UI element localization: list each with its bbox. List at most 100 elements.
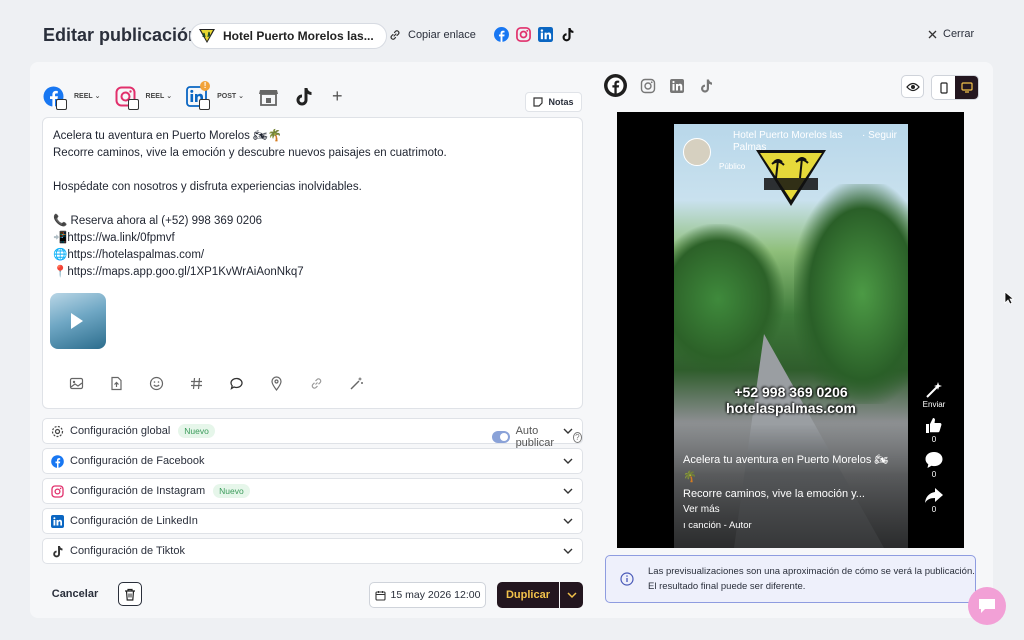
like-action[interactable]: 0	[918, 415, 950, 444]
overlay-site: hotelaspalmas.com	[726, 400, 856, 416]
reel-badge-icon	[127, 98, 139, 110]
image-icon[interactable]	[69, 376, 84, 391]
close-icon	[928, 30, 937, 38]
text-line: Acelera tu aventura en Puerto Morelos 🏍🌴	[53, 130, 283, 142]
like-count: 0	[931, 435, 937, 444]
send-action[interactable]: Enviar	[918, 380, 950, 409]
hashtag-icon[interactable]	[189, 376, 204, 391]
desktop-icon	[960, 82, 973, 93]
chat-icon	[979, 599, 995, 613]
share-action[interactable]: 0	[918, 485, 950, 514]
caption-line: 🌴	[683, 471, 697, 483]
duplicate-button[interactable]: Duplicar	[497, 582, 559, 608]
text-line: 📞 Reserva ahora al (+52) 998 369 0206	[53, 215, 262, 227]
facebook-icon	[51, 454, 64, 468]
magic-wand-icon[interactable]	[349, 376, 364, 391]
emoji-icon[interactable]	[149, 376, 164, 391]
follow-link[interactable]: · Seguir	[862, 130, 897, 141]
preview-tab-linkedin[interactable]	[669, 78, 685, 94]
link-icon[interactable]	[309, 376, 324, 391]
config-linkedin-row[interactable]: Configuración de LinkedIn	[42, 508, 583, 534]
view-toggle	[901, 75, 979, 100]
info-text: Las previsualizaciones son una aproximac…	[648, 566, 975, 592]
desktop-view-button[interactable]	[955, 76, 978, 99]
network-tab-facebook[interactable]: REEL ⌄	[43, 86, 101, 110]
copy-link-button[interactable]: Copiar enlace	[388, 28, 476, 42]
network-tab-instagram[interactable]: REEL ⌄	[115, 86, 173, 110]
chevron-down-icon	[566, 592, 577, 599]
magic-wand-icon	[926, 382, 942, 398]
config-label: Configuración de Instagram	[70, 485, 206, 497]
page-title: Editar publicación	[43, 25, 200, 45]
config-tiktok-row[interactable]: Configuración de Tiktok	[42, 538, 583, 564]
facebook-icon	[494, 27, 509, 42]
calendar-icon	[374, 590, 386, 601]
device-toggle	[931, 75, 979, 100]
comment-action[interactable]: 0	[918, 450, 950, 479]
modal-header: Editar publicación Hotel Puerto Morelos …	[0, 0, 1024, 66]
text-line: Hospédate con nosotros y disfruta experi…	[53, 181, 362, 193]
help-icon[interactable]: ?	[572, 431, 582, 443]
overlay-phone: +52 998 369 0206	[734, 384, 848, 400]
format-selector[interactable]: POST ⌄	[217, 92, 244, 101]
post-editor[interactable]: Acelera tu aventura en Puerto Morelos 🏍🌴…	[42, 117, 583, 409]
network-tabs: REEL ⌄ REEL ⌄ ! POST ⌄ +	[43, 80, 343, 110]
duplicate-options-button[interactable]	[560, 582, 583, 608]
schedule-date-button[interactable]: 15 may 2026 12:00	[369, 582, 486, 608]
add-network-button[interactable]: +	[332, 87, 343, 105]
post-text[interactable]: Acelera tu aventura en Puerto Morelos 🏍🌴…	[53, 128, 573, 281]
location-icon[interactable]	[269, 376, 284, 391]
preview-tab-facebook[interactable]	[604, 74, 627, 97]
play-icon	[71, 313, 83, 329]
video-thumbnail[interactable]	[50, 293, 106, 349]
comment-icon[interactable]	[229, 376, 244, 391]
text-line: 📲https://wa.link/0fpmvf	[53, 232, 175, 244]
config-facebook-row[interactable]: Configuración de Facebook	[42, 448, 583, 474]
cancel-button[interactable]: Cancelar	[45, 582, 105, 606]
format-selector[interactable]: REEL ⌄	[146, 92, 173, 101]
chat-widget-button[interactable]	[968, 587, 1006, 625]
caption-line: Recorre caminos, vive la emoción y...	[683, 488, 865, 500]
preview-tab-instagram[interactable]	[640, 78, 656, 94]
network-tab-google-business[interactable]	[258, 86, 279, 107]
instagram-icon	[640, 78, 656, 93]
comment-count: 0	[931, 470, 937, 479]
see-more-link[interactable]: Ver más	[683, 504, 720, 515]
mobile-view-button[interactable]	[932, 76, 955, 99]
preview-visibility-button[interactable]	[901, 75, 924, 98]
mouse-cursor-icon	[1004, 291, 1014, 305]
network-tab-tiktok[interactable]	[293, 86, 314, 107]
close-button[interactable]: Cerrar	[928, 28, 974, 40]
linkedin-icon	[51, 514, 64, 528]
song-label: ı canción - Autor	[683, 520, 752, 531]
new-badge: Nuevo	[178, 424, 215, 438]
mobile-icon	[939, 81, 948, 94]
send-label: Enviar	[922, 400, 946, 409]
autopublish-toggle[interactable]	[492, 431, 510, 443]
config-global-row[interactable]: Configuración global Nuevo Auto publicar…	[42, 418, 583, 449]
chevron-down-icon	[563, 428, 573, 434]
tiktok-icon	[562, 27, 574, 42]
delete-button[interactable]	[118, 582, 142, 606]
preview-network-tabs	[604, 74, 714, 97]
share-arrow-icon	[925, 488, 943, 503]
linkedin-icon	[670, 78, 684, 93]
preview-tab-tiktok[interactable]	[698, 78, 714, 94]
tiktok-icon	[701, 79, 712, 93]
editor-toolbar	[69, 376, 364, 391]
text-line: 📍https://maps.app.goo.gl/1XP1KvWrAiAonNk…	[53, 266, 304, 278]
notes-button[interactable]: Notas	[525, 92, 582, 112]
chevron-down-icon	[563, 458, 573, 464]
preview-caption: Acelera tu aventura en Puerto Morelos 🏍 …	[683, 452, 908, 503]
network-tab-linkedin[interactable]: ! POST ⌄	[186, 80, 244, 110]
text-line	[53, 196, 573, 213]
text-line	[53, 162, 573, 179]
file-upload-icon[interactable]	[109, 376, 124, 391]
schedule-date: 15 may 2026 12:00	[390, 589, 481, 601]
account-selector[interactable]: Hotel Puerto Morelos las...	[190, 23, 387, 49]
tiktok-icon	[296, 87, 312, 105]
format-selector[interactable]: REEL ⌄	[74, 92, 101, 101]
close-label: Cerrar	[943, 28, 975, 40]
copy-link-label: Copiar enlace	[408, 29, 476, 41]
config-instagram-row[interactable]: Configuración de Instagram Nuevo	[42, 478, 583, 504]
